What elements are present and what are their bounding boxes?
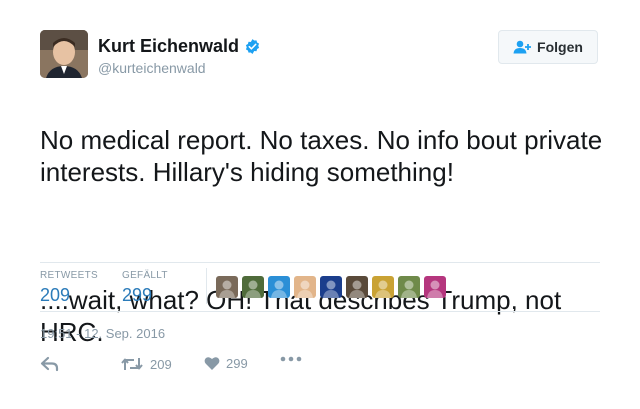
liker-avatar-4[interactable] [294, 276, 316, 298]
likers-avatars [216, 276, 450, 298]
retweets-stat[interactable]: RETWEETS 209 [40, 270, 98, 306]
liker-avatar-1[interactable] [216, 276, 238, 298]
avatar[interactable] [40, 30, 88, 78]
user-name[interactable]: Kurt Eichenwald [98, 36, 239, 57]
reply-button[interactable] [40, 356, 60, 372]
add-user-icon [513, 40, 532, 54]
liker-avatar-8[interactable] [398, 276, 420, 298]
liker-avatar-7[interactable] [372, 276, 394, 298]
retweet-button[interactable]: 209 [120, 356, 172, 372]
divider-top [40, 262, 600, 263]
retweet-count: 209 [150, 356, 172, 372]
tweet-text-paragraph-1: No medical report. No taxes. No info bou… [40, 125, 603, 187]
more-button[interactable] [280, 356, 302, 362]
tweet-card: Kurt Eichenwald @kurteichenwald Folgen N… [0, 0, 640, 409]
follow-button-label: Folgen [537, 39, 583, 55]
user-name-row: Kurt Eichenwald [98, 36, 261, 57]
heart-icon [204, 357, 220, 370]
retweets-count: 209 [40, 285, 71, 305]
tweet-text-spacer [40, 220, 610, 252]
more-icon [280, 356, 302, 362]
stats-separator [206, 268, 207, 304]
follow-button[interactable]: Folgen [498, 30, 598, 64]
liker-avatar-3[interactable] [268, 276, 290, 298]
user-handle[interactable]: @kurteichenwald [98, 60, 206, 76]
liker-avatar-9[interactable] [424, 276, 446, 298]
like-count: 299 [226, 356, 248, 371]
liker-avatar-2[interactable] [242, 276, 264, 298]
likes-stat[interactable]: GEFÄLLT 299 [122, 270, 168, 306]
likes-count: 299 [122, 285, 153, 305]
liker-avatar-5[interactable] [320, 276, 342, 298]
tweet-timestamp[interactable]: 19:51 - 12. Sep. 2016 [40, 326, 165, 341]
verified-badge-icon [245, 39, 260, 54]
like-button[interactable]: 299 [204, 356, 248, 371]
retweets-label: RETWEETS [40, 270, 98, 281]
retweet-icon [121, 358, 143, 370]
liker-avatar-6[interactable] [346, 276, 368, 298]
profile-photo [40, 30, 88, 78]
reply-icon [40, 356, 59, 372]
divider-bottom [40, 311, 600, 312]
likes-label: GEFÄLLT [122, 270, 168, 281]
